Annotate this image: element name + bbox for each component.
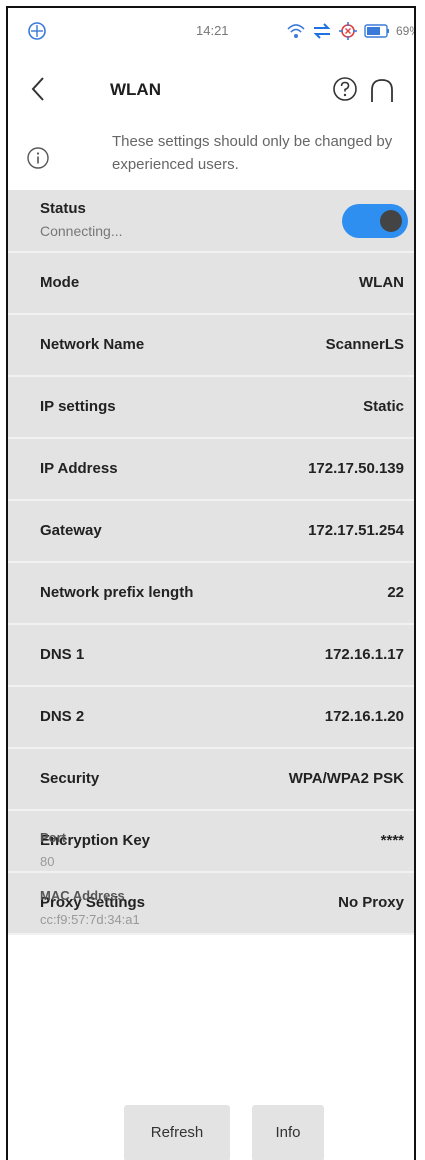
status-label: Status bbox=[40, 200, 86, 217]
setting-value: 22 bbox=[387, 584, 404, 601]
setting-label: DNS 2 bbox=[40, 708, 85, 725]
app-badge-icon bbox=[28, 22, 46, 40]
back-icon[interactable] bbox=[26, 74, 50, 104]
status-toggle[interactable] bbox=[342, 204, 408, 238]
settings-row-encryption-key[interactable]: Encryption Key **** bbox=[8, 811, 414, 873]
location-icon bbox=[339, 22, 357, 40]
refresh-button[interactable]: Refresh bbox=[124, 1105, 230, 1160]
settings-row-ip-settings[interactable]: IP settings Static bbox=[8, 377, 414, 439]
wifi-icon bbox=[287, 24, 305, 38]
port-value: 80 bbox=[40, 854, 55, 869]
setting-value: No Proxy bbox=[338, 894, 404, 911]
setting-label: Network prefix length bbox=[40, 584, 194, 601]
settings-list: Status Connecting... Mode WLAN Network N… bbox=[8, 190, 414, 935]
setting-label: Gateway bbox=[40, 522, 102, 539]
setting-label: Mode bbox=[40, 274, 80, 291]
status-row: Status Connecting... bbox=[8, 190, 414, 253]
settings-row-mode[interactable]: Mode WLAN bbox=[8, 253, 414, 315]
app-header: WLAN bbox=[8, 56, 414, 122]
app-frame: 14:21 69 WLAN These settings should only… bbox=[6, 6, 416, 1160]
status-text: Connecting... bbox=[40, 223, 123, 239]
battery-percent: 69% bbox=[396, 24, 414, 38]
settings-row-gateway[interactable]: Gateway 172.17.51.254 bbox=[8, 501, 414, 563]
info-note: These settings should only be changed by… bbox=[8, 122, 414, 190]
clock: 14:21 bbox=[196, 23, 229, 38]
setting-value: 172.17.51.254 bbox=[308, 522, 404, 539]
setting-value: 172.17.50.139 bbox=[308, 460, 404, 477]
info-icon bbox=[27, 147, 49, 169]
setting-value: 172.16.1.20 bbox=[324, 708, 404, 725]
mac-address-label: MAC Address bbox=[40, 888, 125, 903]
setting-value: WLAN bbox=[359, 274, 404, 291]
settings-row-network-prefix-length[interactable]: Network prefix length 22 bbox=[8, 563, 414, 625]
home-icon[interactable] bbox=[368, 76, 396, 104]
port-label: Port bbox=[40, 830, 66, 845]
setting-value: **** bbox=[380, 832, 404, 849]
setting-label: IP settings bbox=[40, 398, 116, 415]
setting-value: 172.16.1.17 bbox=[324, 646, 404, 663]
info-text: These settings should only be changed by… bbox=[112, 133, 393, 173]
settings-row-security[interactable]: Security WPA/WPA2 PSK bbox=[8, 749, 414, 811]
setting-label: IP Address bbox=[40, 460, 118, 477]
status-bar: 14:21 69 bbox=[8, 8, 414, 57]
mac-address-value: cc:f9:57:7d:34:a1 bbox=[40, 912, 140, 927]
toggle-knob bbox=[380, 210, 402, 232]
help-icon[interactable] bbox=[332, 76, 358, 102]
settings-row-dns-2[interactable]: DNS 2 172.16.1.20 bbox=[8, 687, 414, 749]
battery-icon bbox=[364, 24, 389, 38]
setting-label: Security bbox=[40, 770, 100, 787]
sync-arrows-icon bbox=[313, 23, 331, 39]
setting-value: ScannerLS bbox=[325, 336, 404, 353]
setting-value: Static bbox=[363, 398, 404, 415]
settings-row-ip-address[interactable]: IP Address 172.17.50.139 bbox=[8, 439, 414, 501]
info-button[interactable]: Info bbox=[252, 1105, 324, 1160]
settings-row-dns-1[interactable]: DNS 1 172.16.1.17 bbox=[8, 625, 414, 687]
page-title: WLAN bbox=[110, 80, 161, 99]
setting-value: WPA/WPA2 PSK bbox=[288, 770, 404, 787]
setting-label: DNS 1 bbox=[40, 646, 85, 663]
settings-row-network-name[interactable]: Network Name ScannerLS bbox=[8, 315, 414, 377]
setting-label: Network Name bbox=[40, 336, 145, 353]
